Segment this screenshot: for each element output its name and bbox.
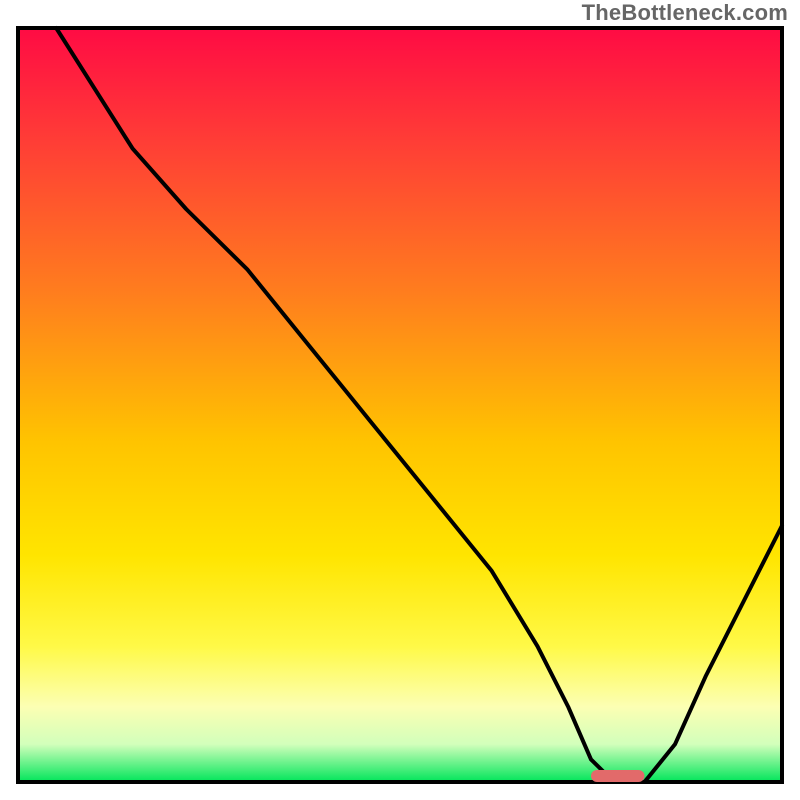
chart-svg <box>0 0 800 800</box>
chart-container: { "watermark": "TheBottleneck.com", "cha… <box>0 0 800 800</box>
plot-background <box>18 28 782 782</box>
watermark-text: TheBottleneck.com <box>582 0 788 26</box>
optimal-marker <box>591 770 645 782</box>
